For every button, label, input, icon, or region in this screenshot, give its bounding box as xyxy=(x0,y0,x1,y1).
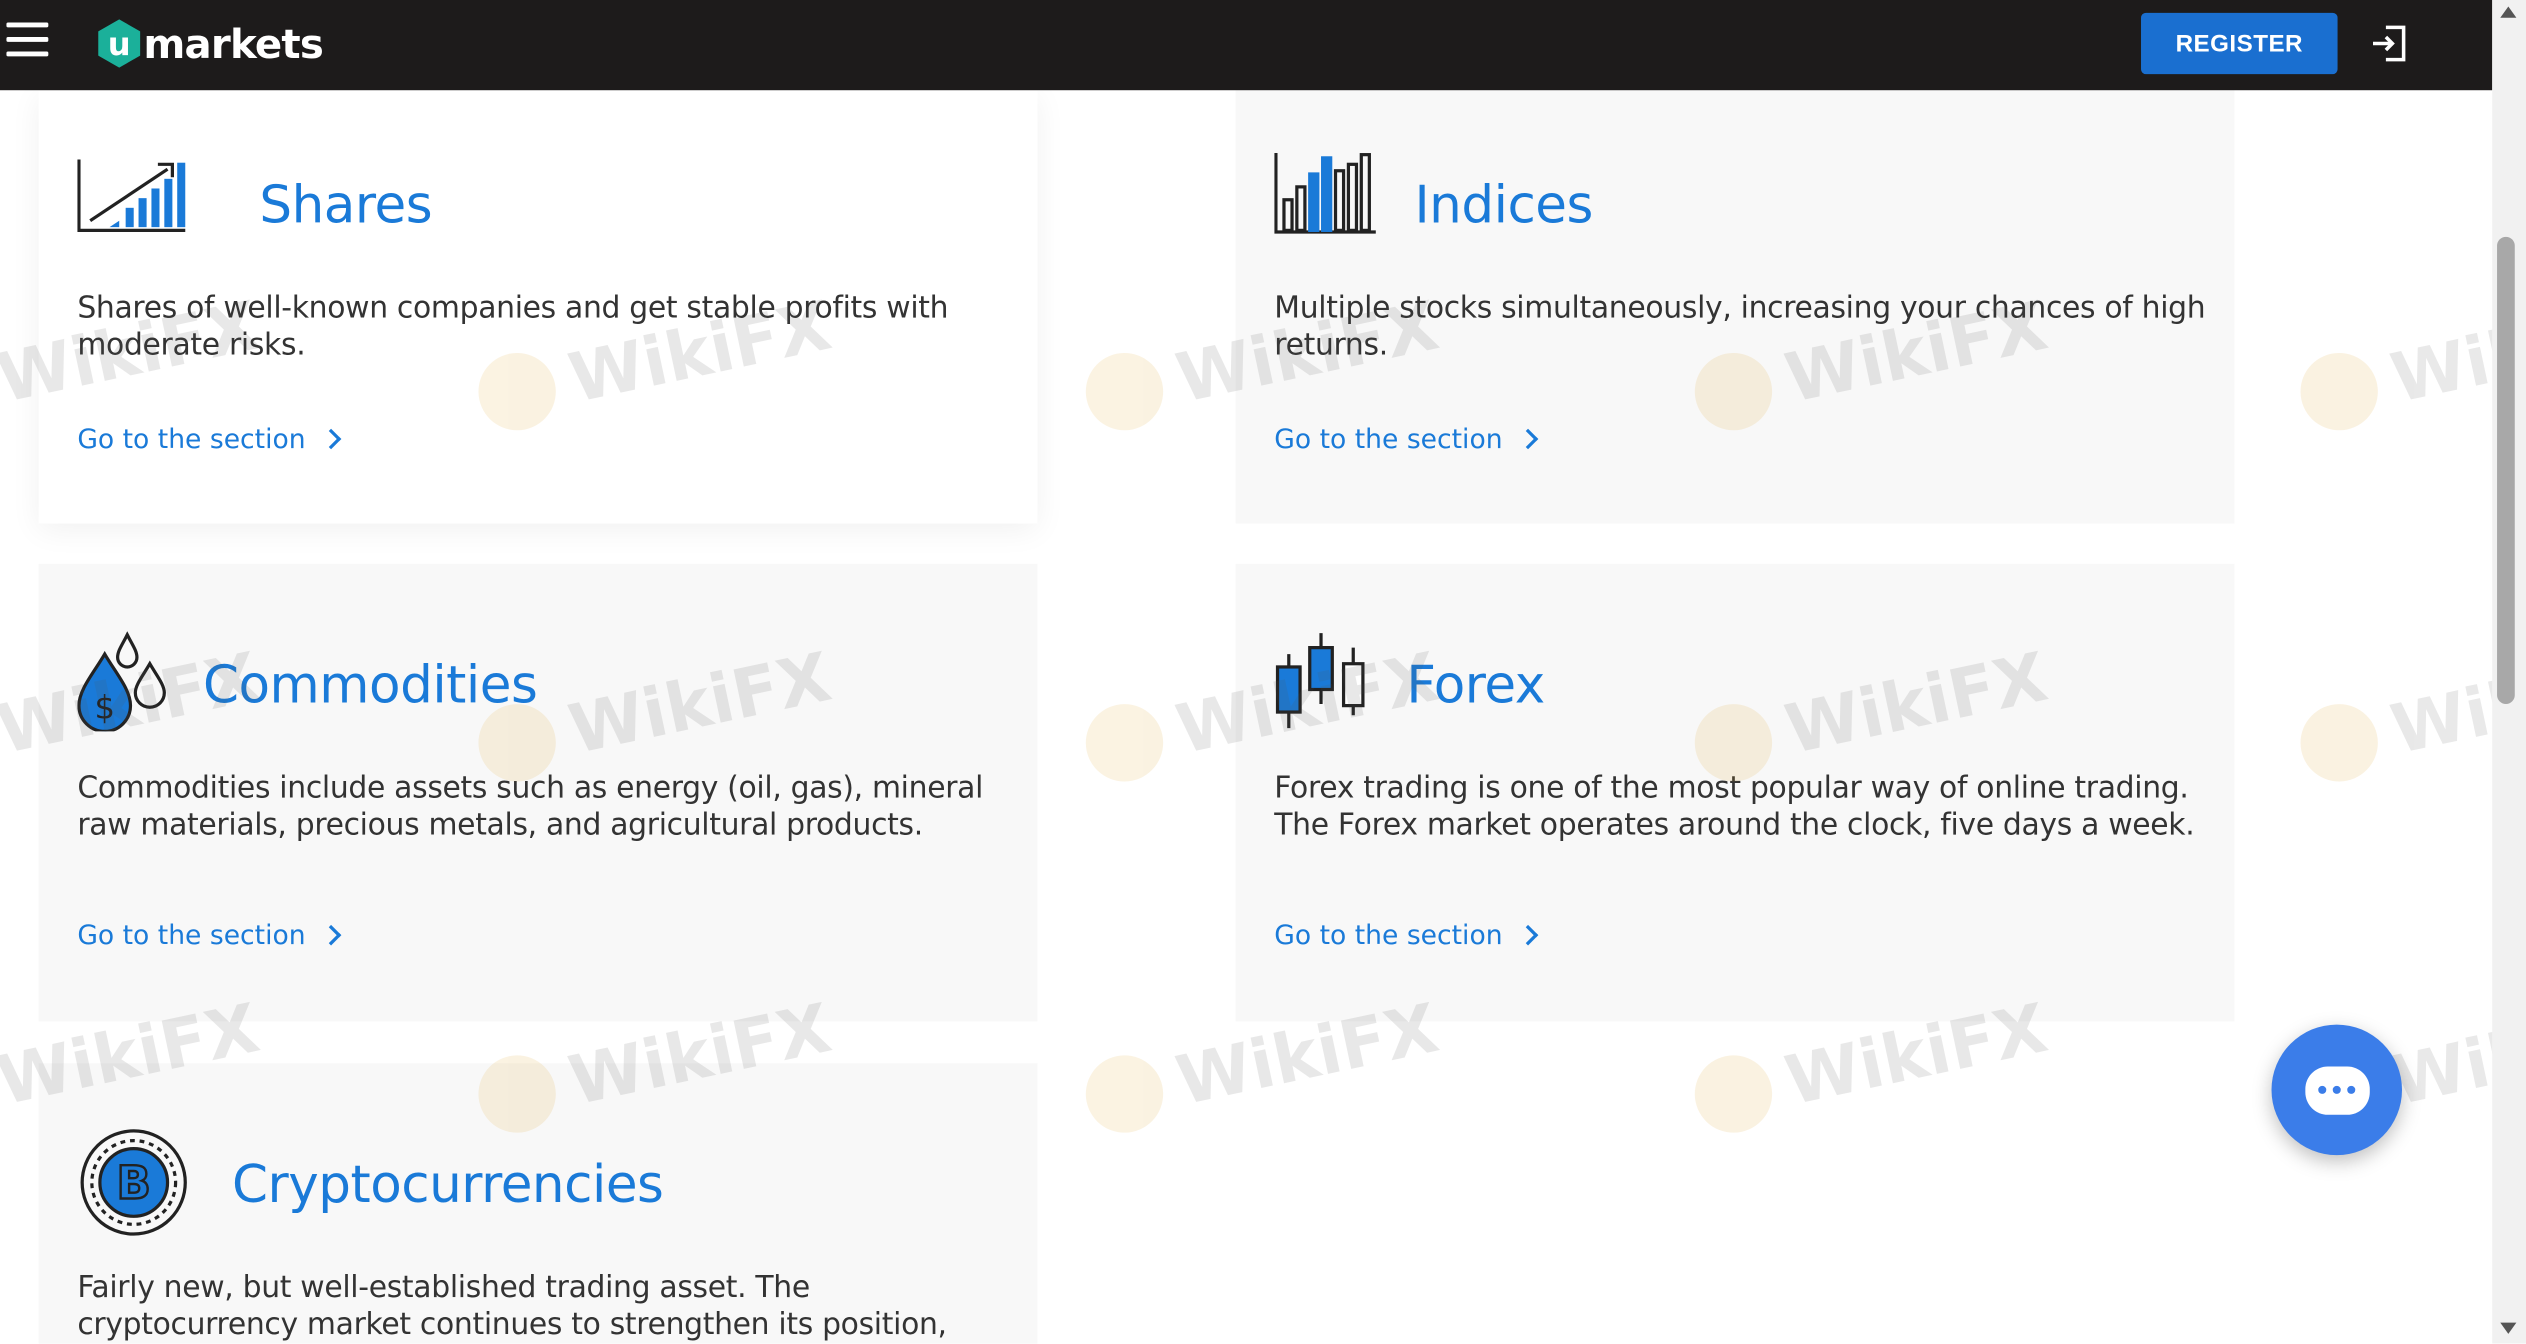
card-description: Forex trading is one of the most popular… xyxy=(1274,771,2195,843)
page: u markets REGISTER Shares Shares of well… xyxy=(0,0,2526,1344)
scroll-up-arrow-icon[interactable] xyxy=(2500,6,2517,18)
chevron-right-icon xyxy=(320,924,341,946)
bar-chart-icon xyxy=(1274,151,1377,241)
card-title: Cryptocurrencies xyxy=(231,1153,664,1215)
chat-bubble-icon xyxy=(2304,1065,2369,1115)
card-description: Commodities include assets such as energ… xyxy=(77,771,984,843)
scrollbar-thumb[interactable] xyxy=(2497,236,2515,705)
card-title: Indices xyxy=(1414,173,1593,236)
link-label: Go to the section xyxy=(77,919,306,951)
card-title: Forex xyxy=(1406,654,1545,716)
candlestick-icon xyxy=(1274,632,1367,738)
svg-text:B: B xyxy=(117,1157,151,1210)
go-to-section-link[interactable]: Go to the section xyxy=(77,423,341,455)
register-button[interactable]: REGISTER xyxy=(2141,12,2338,75)
link-label: Go to the section xyxy=(77,423,306,455)
watermark: WikiFX xyxy=(2293,637,2526,789)
card-description: Fairly new, but well-established trading… xyxy=(77,1271,947,1342)
go-to-section-link[interactable]: Go to the section xyxy=(77,919,341,951)
vertical-scrollbar[interactable] xyxy=(2492,0,2526,1344)
svg-text:u: u xyxy=(108,25,131,63)
login-icon[interactable] xyxy=(2368,23,2410,65)
card-title: Commodities xyxy=(202,654,538,716)
go-to-section-link[interactable]: Go to the section xyxy=(1274,423,1538,455)
card-description: Multiple stocks simultaneously, increasi… xyxy=(1274,291,2206,363)
chevron-right-icon xyxy=(1517,428,1538,450)
logo-text: markets xyxy=(143,20,324,67)
chat-button[interactable] xyxy=(2271,1024,2403,1156)
oil-drops-dollar-icon: $ xyxy=(77,631,167,738)
top-header: u markets REGISTER xyxy=(0,0,2493,91)
svg-text:$: $ xyxy=(94,689,115,727)
chevron-right-icon xyxy=(320,428,341,450)
link-label: Go to the section xyxy=(1274,423,1503,455)
rising-bar-chart-icon xyxy=(77,156,190,240)
umarkets-logo[interactable]: u markets xyxy=(97,16,324,71)
card-shares: Shares Shares of well-known companies an… xyxy=(38,90,1038,524)
scroll-down-arrow-icon[interactable] xyxy=(2500,1322,2517,1334)
card-indices: Indices Multiple stocks simultaneously, … xyxy=(1235,90,2235,524)
link-label: Go to the section xyxy=(1274,919,1503,951)
hamburger-menu-icon[interactable] xyxy=(6,22,49,58)
card-title: Shares xyxy=(259,173,433,236)
bitcoin-coin-icon: B xyxy=(77,1128,193,1244)
card-cryptocurrencies: B Cryptocurrencies Fairly new, but well-… xyxy=(38,1063,1038,1344)
card-commodities: $ Commodities Commodities include assets… xyxy=(38,563,1038,1022)
card-description: Shares of well-known companies and get s… xyxy=(77,291,949,363)
chevron-right-icon xyxy=(1517,924,1538,946)
go-to-section-link[interactable]: Go to the section xyxy=(1274,919,1538,951)
watermark: WikiFX xyxy=(2293,286,2526,438)
logo-hexagon-icon: u xyxy=(97,18,142,70)
card-forex: Forex Forex trading is one of the most p… xyxy=(1235,563,2235,1022)
